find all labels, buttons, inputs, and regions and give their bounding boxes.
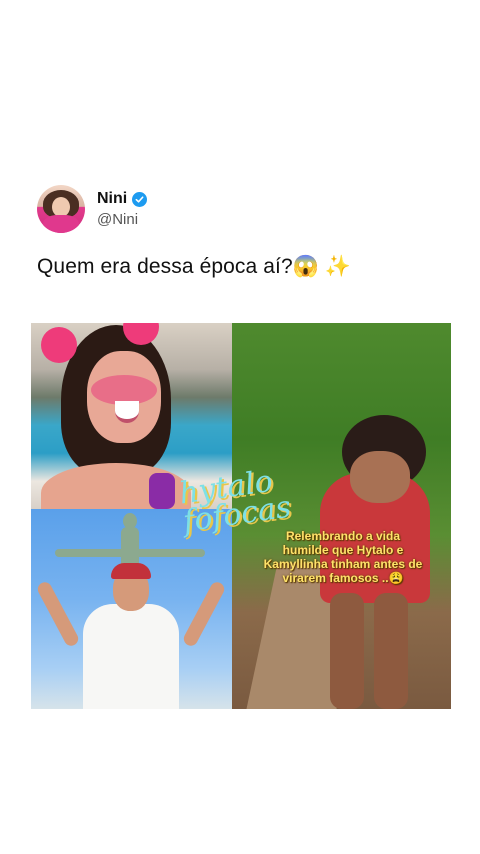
- media-caption: Relembrando a vida humilde que Hytalo e …: [263, 529, 423, 585]
- author-info: Nini @Nini: [97, 190, 148, 228]
- handle[interactable]: @Nini: [97, 211, 147, 228]
- display-name[interactable]: Nini: [97, 190, 127, 208]
- man-right-arm: [181, 579, 227, 649]
- avatar-body: [43, 215, 79, 233]
- pink-pompom: [41, 327, 77, 363]
- tweet-text: Quem era dessa época aí?😱 ✨: [37, 255, 352, 278]
- man-shirt: [83, 604, 179, 709]
- name-row: Nini: [97, 190, 148, 208]
- christ-redeemer-photo: [31, 509, 232, 709]
- man-cap: [111, 563, 151, 579]
- watermark-logo: hytalo fofocas: [177, 463, 294, 540]
- avatar[interactable]: [37, 185, 85, 233]
- verified-icon: [132, 191, 148, 207]
- child-face: [350, 451, 410, 503]
- child-leg: [330, 593, 364, 709]
- tweet-header: Nini @Nini: [37, 185, 148, 233]
- avatar-face: [52, 197, 70, 217]
- child-leg: [374, 593, 408, 709]
- man-left-arm: [35, 579, 81, 649]
- tweet-media-collage[interactable]: hytalo fofocas Relembrando a vida humild…: [31, 323, 451, 709]
- swimsuit-strap: [149, 473, 175, 509]
